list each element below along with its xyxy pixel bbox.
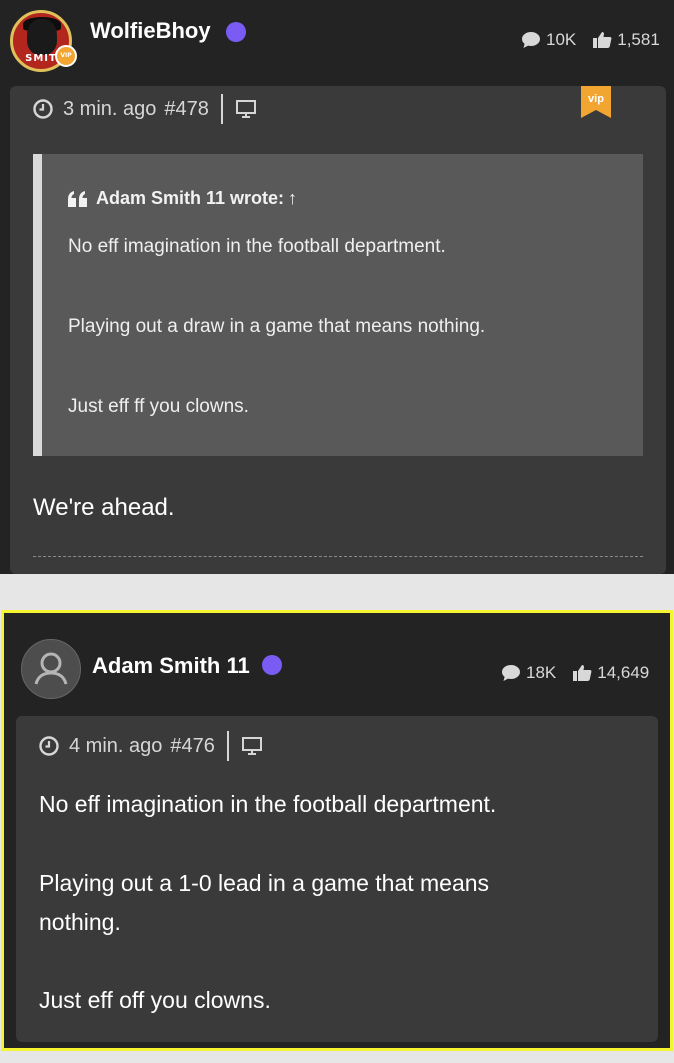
comment-icon [502,665,520,681]
thumbs-up-icon [593,32,612,48]
online-status-dot [226,22,246,42]
thumbs-up-icon [573,665,592,681]
post-stats: 10K 1,581 [521,30,660,50]
post-meta: 3 min. ago #478 [33,94,257,124]
post-time: 4 min. ago [69,734,163,757]
quote-line: No eff imagination in the football depar… [68,236,446,257]
default-user-icon [34,652,68,685]
posts-count: 10K [546,30,577,49]
quote-line: Playing out a draw in a game that means … [68,316,486,337]
quote-author[interactable]: Adam Smith 11 wrote: [96,188,284,209]
quote-header: Adam Smith 11 wrote: ↑ [68,188,297,209]
svg-text:vip: vip [588,93,604,105]
post-body-line: Just eff off you clowns. [39,987,271,1013]
quote-block: Adam Smith 11 wrote: ↑ No eff imaginatio… [33,154,643,456]
clock-icon [33,99,53,119]
username-adam-smith-11[interactable]: Adam Smith 11 [92,653,250,679]
post-divider [33,556,643,557]
post-body-line: Playing out a 1-0 lead in a game that me… [39,870,490,896]
desktop-icon [235,100,256,118]
vip-bookmark-icon: vip [581,86,611,118]
comment-icon [522,32,540,48]
post-478: SMIT VIP WolfieBhoy 10K 1,581 vip 3 min.… [0,0,674,574]
post-number-link[interactable]: #476 [170,735,215,758]
meta-divider [226,731,229,761]
jump-to-quote-arrow-icon[interactable]: ↑ [288,188,297,209]
post-meta: 4 min. ago #476 [39,731,263,761]
likes-count: 1,581 [617,30,660,49]
online-status-dot [262,655,282,675]
quote-line: Just eff ff you clowns. [68,396,249,417]
quote-icon [68,190,87,207]
meta-divider [220,94,223,124]
likes-count: 14,649 [597,663,650,682]
post-number-link[interactable]: #478 [164,98,209,121]
post-stats: 18K 14,649 [501,663,649,683]
avatar-adam-smith-11[interactable] [21,639,81,699]
post-body-line: No eff imagination in the football depar… [39,791,497,817]
desktop-icon [241,737,262,755]
username-wolfiebhoy[interactable]: WolfieBhoy [90,18,211,44]
post-time: 3 min. ago [63,97,157,120]
posts-count: 18K [526,663,557,682]
post-body-line: nothing. [39,909,121,935]
vip-badge-icon: VIP [55,45,77,67]
post-body: We're ahead. [33,494,175,521]
post-476-highlighted: Adam Smith 11 18K 14,649 4 min. ago #476… [1,610,673,1051]
clock-icon [39,736,59,756]
avatar-face-shape [27,19,57,55]
